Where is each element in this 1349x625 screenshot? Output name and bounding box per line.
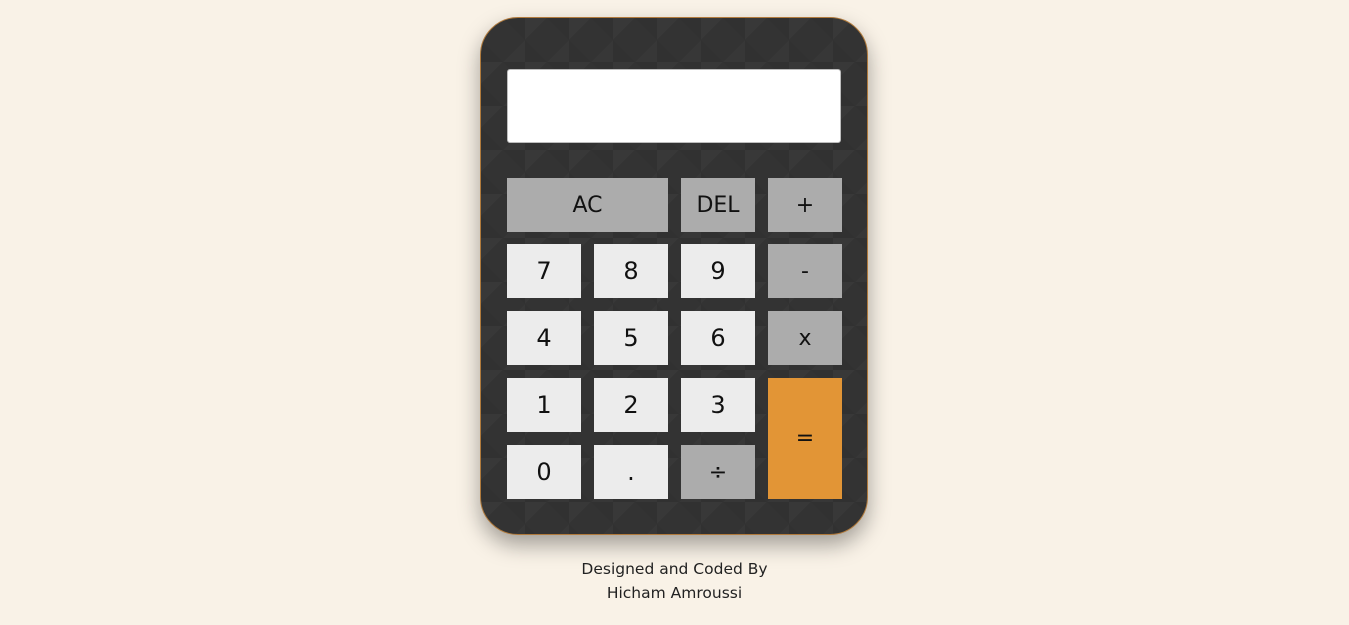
digit-1-button[interactable]: 1 (507, 378, 581, 432)
digit-6-button[interactable]: 6 (681, 311, 755, 365)
subtract-button[interactable]: - (768, 244, 842, 298)
digit-5-button[interactable]: 5 (594, 311, 668, 365)
clear-all-button[interactable]: AC (507, 178, 668, 232)
delete-button[interactable]: DEL (681, 178, 755, 232)
calculator-display (507, 69, 841, 143)
add-button[interactable]: + (768, 178, 842, 232)
equals-button[interactable]: = (768, 378, 842, 499)
author-name: Hicham Amroussi (606, 584, 743, 602)
digit-9-button[interactable]: 9 (681, 244, 755, 298)
divide-button[interactable]: ÷ (681, 445, 755, 499)
digit-3-button[interactable]: 3 (681, 378, 755, 432)
digit-2-button[interactable]: 2 (594, 378, 668, 432)
multiply-button[interactable]: x (768, 311, 842, 365)
digit-0-button[interactable]: 0 (507, 445, 581, 499)
credits-footer: Designed and Coded By Hicham Amroussi (0, 557, 1349, 605)
credits-line-1: Designed and Coded By (581, 560, 768, 578)
digit-8-button[interactable]: 8 (594, 244, 668, 298)
digit-7-button[interactable]: 7 (507, 244, 581, 298)
calculator-body: AC DEL + 7 8 9 - 4 5 6 x 1 2 3 = 0 . ÷ (480, 17, 868, 535)
digit-4-button[interactable]: 4 (507, 311, 581, 365)
decimal-point-button[interactable]: . (594, 445, 668, 499)
